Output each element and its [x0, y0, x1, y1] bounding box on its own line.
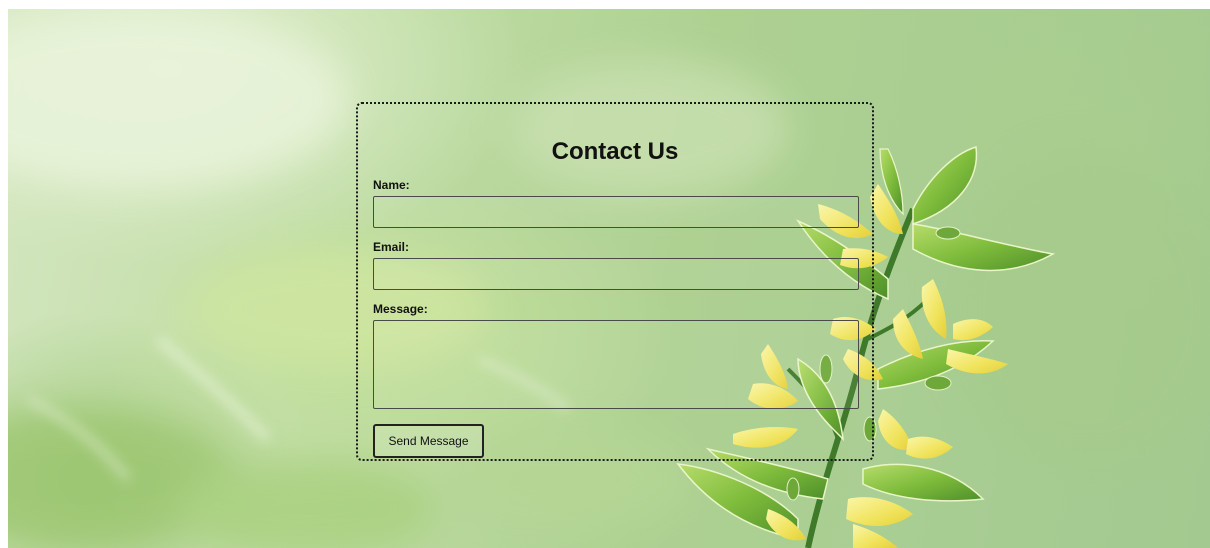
email-label: Email: [373, 240, 410, 254]
email-input[interactable] [373, 258, 859, 290]
message-textarea[interactable] [373, 320, 859, 409]
name-input[interactable] [373, 196, 859, 228]
name-label: Name: [373, 178, 410, 192]
message-label: Message: [373, 302, 428, 316]
contact-form: Contact Us Name: Email: Message: Send Me… [356, 102, 874, 461]
background-scene: Contact Us Name: Email: Message: Send Me… [8, 9, 1210, 548]
send-message-button[interactable]: Send Message [373, 424, 484, 458]
contact-form-title: Contact Us [551, 138, 679, 165]
